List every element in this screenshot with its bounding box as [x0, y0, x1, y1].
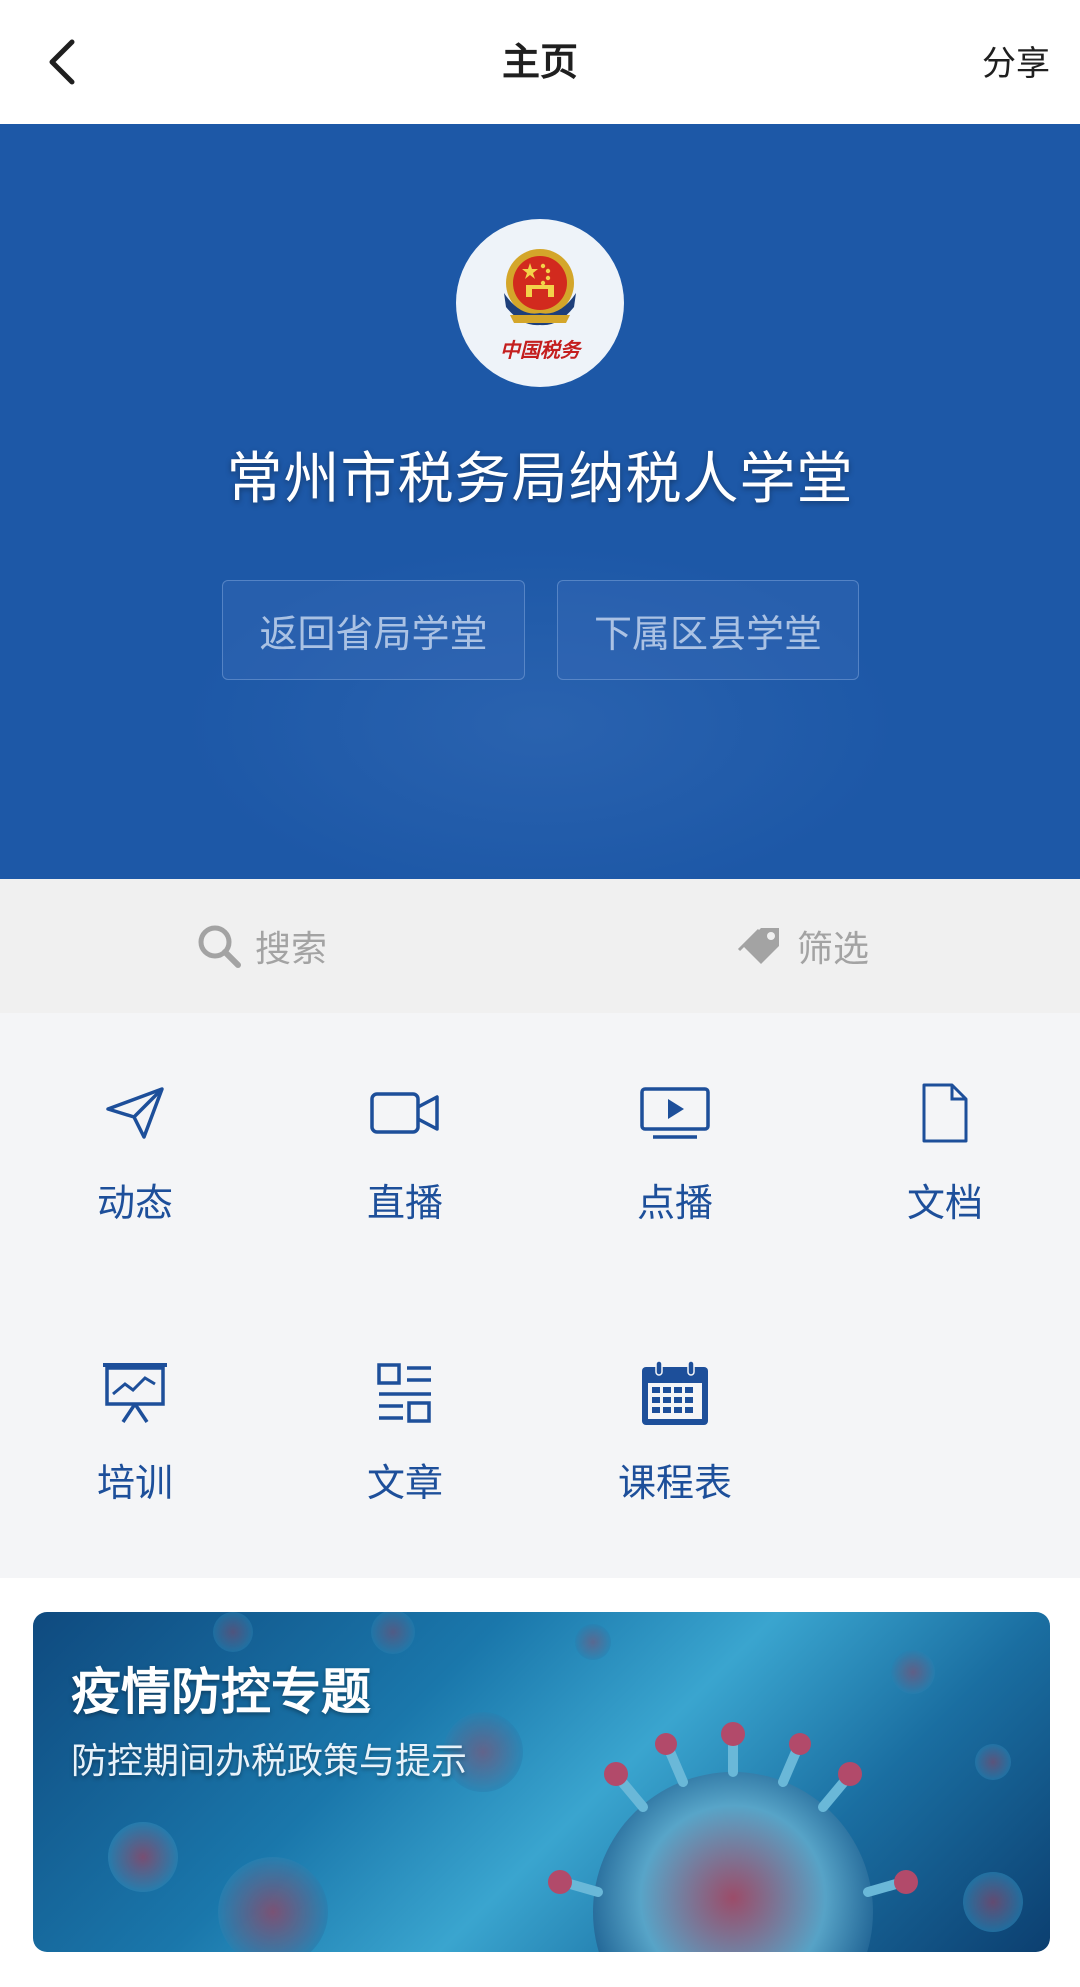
feature-training[interactable]: 培训	[0, 1013, 270, 1505]
banner-title: 疫情防控专题	[71, 1663, 371, 1721]
hero-banner: 中国税务 常州市税务局纳税人学堂 返回省局学堂 下属区县学堂	[0, 124, 1080, 879]
hero-title: 常州市税务局纳税人学堂	[226, 447, 854, 512]
filter-label: 筛选	[797, 929, 870, 970]
page-title: 主页	[501, 40, 578, 84]
feature-articles[interactable]: 文章	[270, 1013, 540, 1505]
banner-subtitle: 防控期间办税政策与提示	[71, 1741, 468, 1782]
feature-training-label: 培训	[96, 1461, 173, 1505]
tax-emblem-icon: 中国税务	[500, 249, 583, 362]
feature-grid: 动态 直播 点播 文档 培训 文章 课程表	[0, 1013, 1080, 1578]
presentation-board-icon	[103, 1363, 167, 1423]
search-icon	[198, 925, 241, 968]
document-icon	[922, 1083, 968, 1143]
promo-section: 疫情防控专题 防控期间办税政策与提示	[0, 1578, 1080, 1987]
return-province-button[interactable]: 返回省局学堂	[222, 580, 525, 680]
feature-articles-label: 文章	[366, 1461, 443, 1505]
feature-schedule-label: 课程表	[617, 1461, 732, 1505]
search-button[interactable]: 搜索	[195, 921, 327, 971]
article-list-icon	[377, 1363, 431, 1423]
filter-button[interactable]: 筛选	[737, 921, 869, 971]
tax-emblem-logo: 中国税务	[456, 219, 624, 387]
feature-schedule[interactable]: 课程表	[540, 1013, 810, 1505]
top-nav-bar: 主页 分享	[0, 0, 1080, 124]
svg-text:中国税务: 中国税务	[500, 338, 583, 362]
search-label: 搜索	[255, 929, 328, 970]
share-button[interactable]: 分享	[982, 44, 1050, 85]
tag-icon	[737, 928, 779, 964]
feature-docs[interactable]: 文档	[810, 1013, 1080, 1225]
sub-district-button[interactable]: 下属区县学堂	[557, 580, 859, 680]
search-filter-bar: 搜索 筛选	[0, 879, 1080, 1013]
epidemic-topic-banner[interactable]: 疫情防控专题 防控期间办税政策与提示	[33, 1612, 1050, 1952]
calendar-icon	[642, 1360, 708, 1425]
feature-docs-label: 文档	[906, 1181, 983, 1225]
